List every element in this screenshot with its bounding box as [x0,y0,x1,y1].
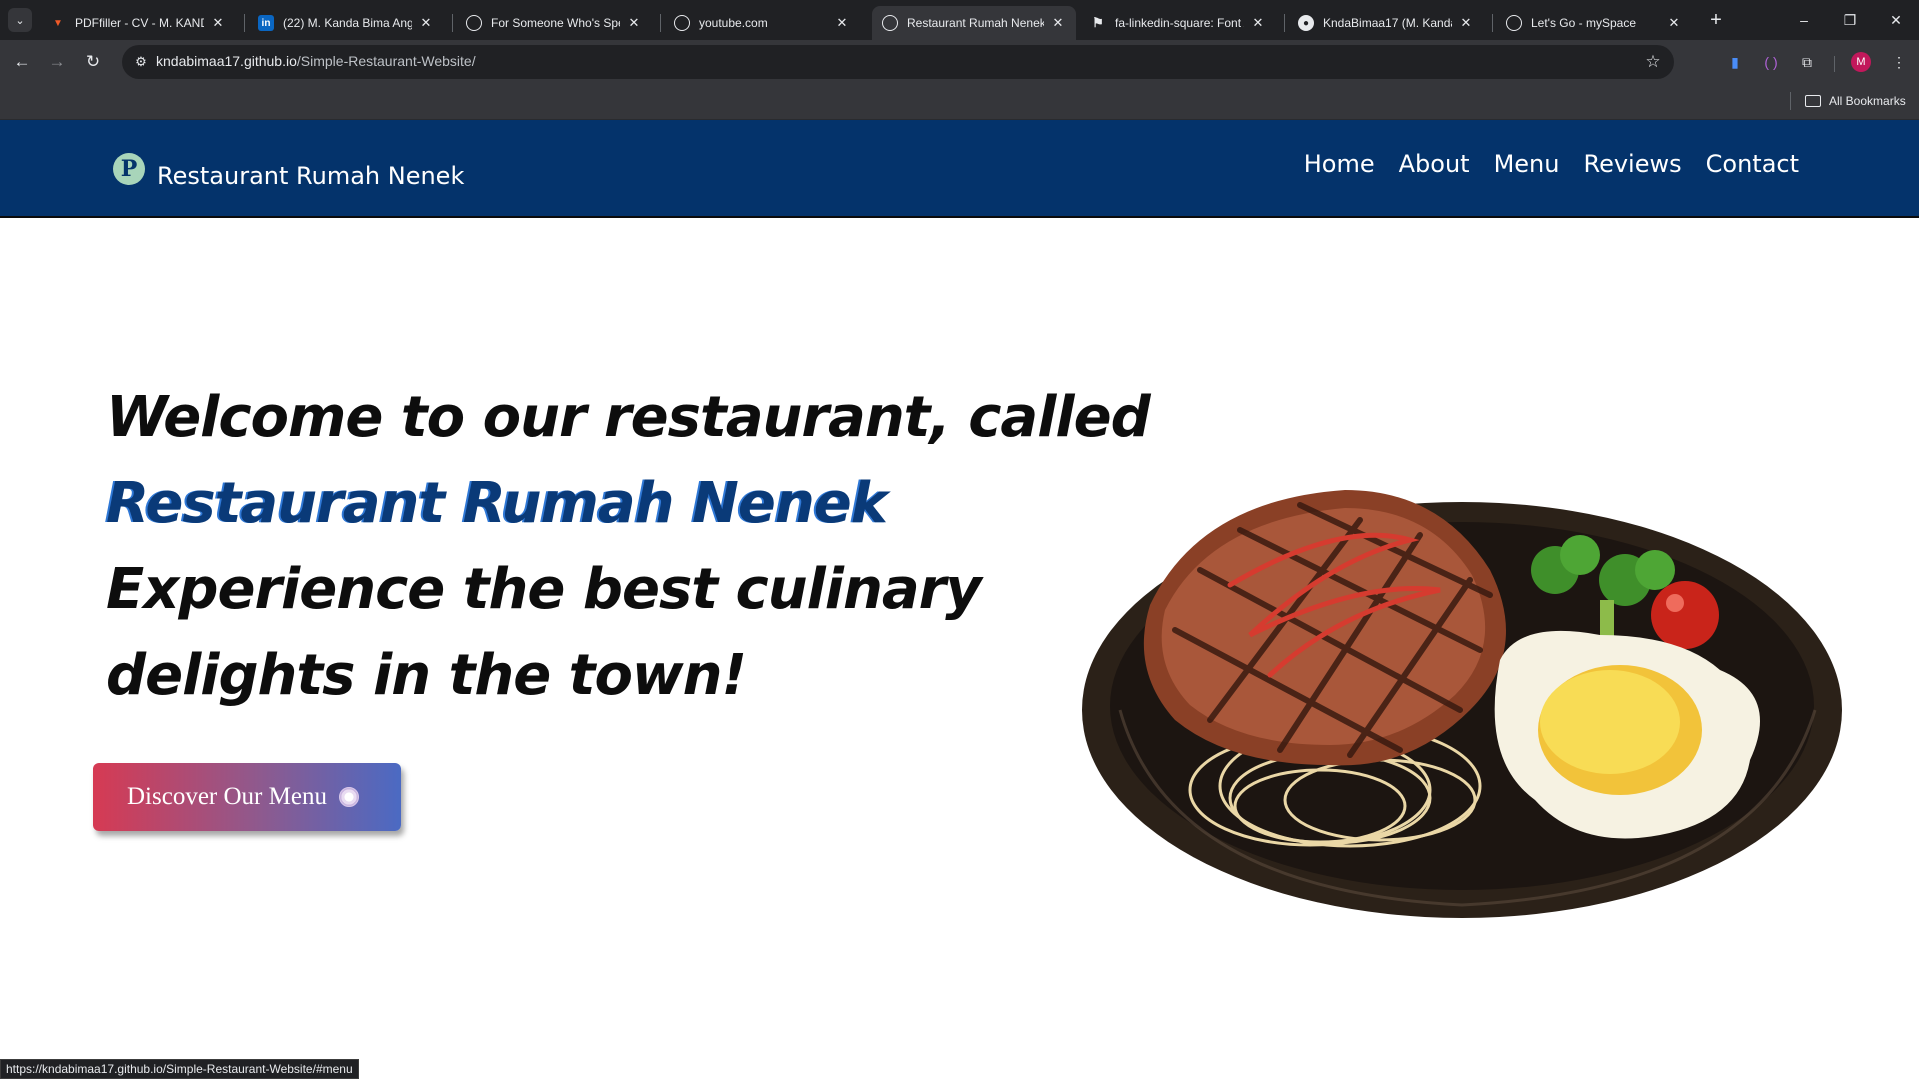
tab-restaurant-rumah-nenek[interactable]: Restaurant Rumah Nenek ✕ [872,6,1076,40]
plate-icon [338,787,359,807]
nav-links: Home About Menu Reviews Contact [1304,150,1799,178]
url-host: kndabimaa17.github.io [156,53,297,69]
tab-title: youtube.com [699,16,768,30]
close-icon[interactable]: ✕ [210,15,226,31]
extensions-puzzle-icon[interactable]: ⧉ [1795,50,1819,74]
all-bookmarks-button[interactable]: All Bookmarks [1805,90,1906,112]
minimize-button[interactable]: – [1781,0,1827,40]
address-bar[interactable]: ⚙ kndabimaa17.github.io/Simple-Restauran… [122,45,1674,79]
tab-strip: ⌄ ▼ PDFfiller - CV - M. KANDA ✕ in (22) … [0,0,1919,40]
tab-for-someone[interactable]: For Someone Who's Spec ✕ [456,6,652,40]
tab-title: (22) M. Kanda Bima Angg [283,16,412,30]
globe-icon [1506,15,1522,31]
tab-title: KndaBimaa17 (M. Kanda B [1323,16,1452,30]
hero-line-delights: delights in the town! [106,643,747,708]
close-icon[interactable]: ✕ [834,15,850,31]
tab-search-button[interactable]: ⌄ [8,8,32,32]
close-icon: ✕ [1890,11,1902,28]
nav-link-menu[interactable]: Menu [1494,150,1560,178]
restore-icon: ❐ [1843,11,1857,28]
minimize-icon: – [1800,12,1808,28]
discover-menu-button[interactable]: Discover Our Menu [93,763,401,831]
close-window-button[interactable]: ✕ [1873,0,1919,40]
tab-divider [1284,14,1285,32]
tab-divider [1492,14,1493,32]
restore-button[interactable]: ❐ [1827,0,1873,40]
plus-icon: + [1710,8,1722,31]
tab-myspace[interactable]: Let's Go - mySpace ✕ [1496,6,1692,40]
tab-title: PDFfiller - CV - M. KANDA [75,16,204,30]
all-bookmarks-label: All Bookmarks [1829,94,1906,108]
nav-link-home[interactable]: Home [1304,150,1375,178]
tab-divider [244,14,245,32]
new-tab-button[interactable]: + [1704,8,1728,32]
address-url[interactable]: kndabimaa17.github.io/Simple-Restaurant-… [156,53,476,69]
tab-title: For Someone Who's Spec [491,16,620,30]
linkedin-icon: in [258,15,274,31]
tab-title: fa-linkedin-square: Font A [1115,16,1244,30]
close-icon[interactable]: ✕ [418,15,434,31]
tab-youtube[interactable]: youtube.com ✕ [664,6,860,40]
tab-fa-linkedin[interactable]: ⚑ fa-linkedin-square: Font A ✕ [1080,6,1276,40]
tab-divider [452,14,453,32]
folder-icon [1805,95,1821,107]
status-bar-url: https://kndabimaa17.github.io/Simple-Res… [0,1059,359,1079]
flag-icon: ⚑ [1092,15,1104,30]
globe-icon [882,15,898,31]
browser-toolbar: ← → ↻ ⚙ kndabimaa17.github.io/Simple-Res… [0,40,1919,82]
site-logo[interactable]: P Restaurant Rumah Nenek [113,148,464,190]
tab-divider [660,14,661,32]
arrow-right-icon: → [48,52,66,71]
github-icon: ● [1298,15,1314,31]
close-icon[interactable]: ✕ [1666,15,1682,31]
steak-plate-image [1082,490,1842,918]
close-icon[interactable]: ✕ [1250,15,1266,31]
pdffiller-icon: ▼ [53,17,63,29]
close-icon[interactable]: ✕ [1458,15,1474,31]
tab-title: Let's Go - mySpace [1531,16,1636,30]
close-icon[interactable]: ✕ [1050,15,1066,31]
close-icon[interactable]: ✕ [626,15,642,31]
hero-line-experience: Experience the best culinary [106,557,982,622]
hero-restaurant-name: Restaurant Rumah Nenek [106,471,888,536]
reload-button[interactable]: ↻ [79,48,107,76]
reload-icon: ↻ [85,52,101,71]
page-content: P Restaurant Rumah Nenek Home About Menu… [0,120,1919,1079]
bookmarks-bar: All Bookmarks [0,82,1919,120]
tomato [1651,581,1719,649]
globe-icon [674,15,690,31]
url-path: /Simple-Restaurant-Website/ [296,53,476,69]
nav-link-reviews[interactable]: Reviews [1583,150,1681,178]
tab-github[interactable]: ● KndaBimaa17 (M. Kanda B ✕ [1288,6,1484,40]
bookmarks-divider [1790,92,1791,110]
forward-button[interactable]: → [43,48,71,76]
globe-icon [466,15,482,31]
tab-pdffiller[interactable]: ▼ PDFfiller - CV - M. KANDA ✕ [40,6,236,40]
tab-linkedin[interactable]: in (22) M. Kanda Bima Angg ✕ [248,6,444,40]
discover-menu-label: Discover Our Menu [127,783,327,810]
bookmark-star-icon[interactable]: ☆ [1642,51,1664,73]
chevron-down-icon: ⌄ [15,14,25,27]
nav-link-contact[interactable]: Contact [1706,150,1799,178]
arrow-left-icon: ← [13,52,31,71]
profile-avatar[interactable]: M [1851,52,1871,72]
pinterest-icon: P [113,153,145,185]
hero-heading: Welcome to our restaurant, called Restau… [106,375,1151,719]
nav-link-about[interactable]: About [1399,150,1470,178]
logo-text: Restaurant Rumah Nenek [157,162,465,190]
tab-title: Restaurant Rumah Nenek [907,16,1044,30]
more-menu-icon[interactable]: ⋮ [1887,50,1911,74]
back-button[interactable]: ← [8,48,36,76]
extension-icon[interactable]: ▮ [1723,50,1747,74]
site-info-icon[interactable]: ⚙ [132,53,150,71]
hero-line-welcome: Welcome to our restaurant, called [106,385,1151,450]
extension-icon[interactable]: ( ) [1759,50,1783,74]
site-navbar: P Restaurant Rumah Nenek Home About Menu… [0,120,1919,218]
toolbar-divider [1834,56,1835,72]
